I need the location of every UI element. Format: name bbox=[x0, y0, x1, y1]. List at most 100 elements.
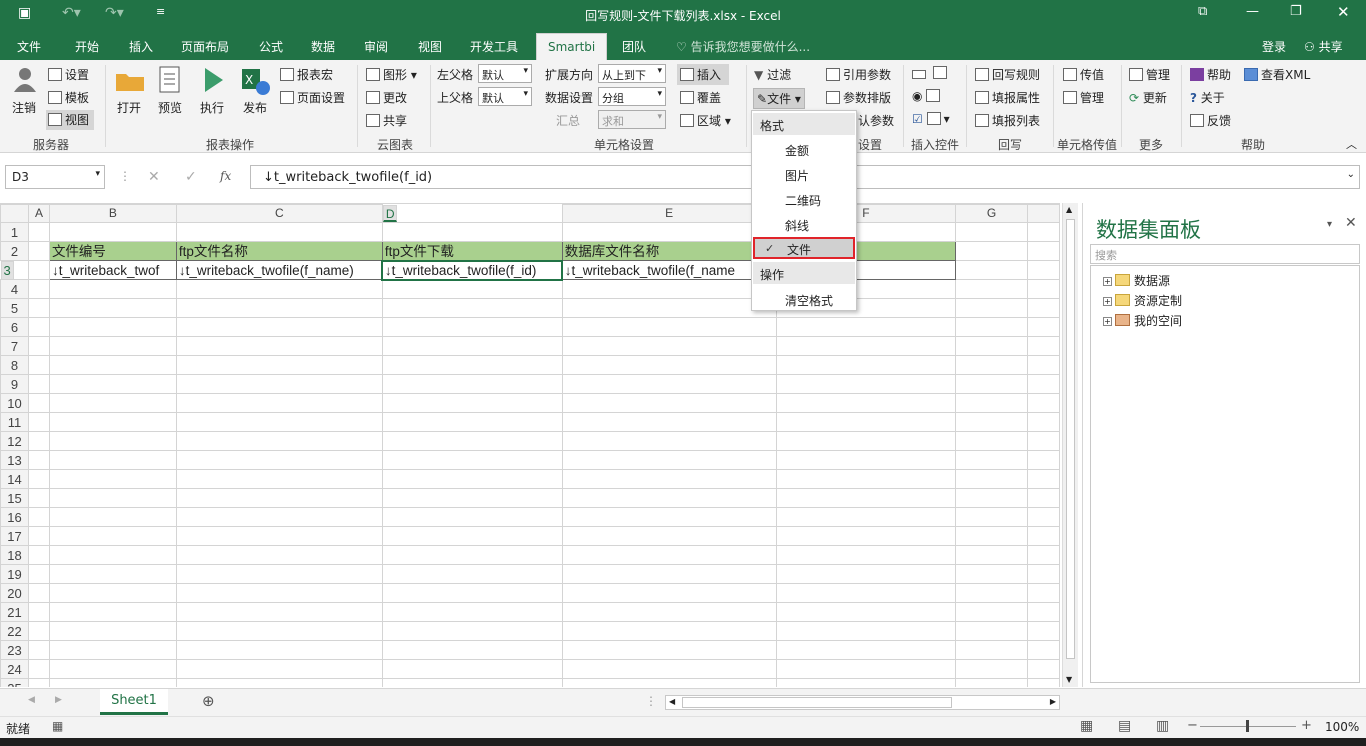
grid-cell[interactable] bbox=[955, 583, 1029, 603]
grid-cell[interactable] bbox=[1027, 583, 1060, 603]
grid-cell[interactable] bbox=[1027, 279, 1060, 299]
grid-cell[interactable] bbox=[1027, 393, 1060, 413]
row-header[interactable]: 6 bbox=[0, 317, 29, 337]
grid-cell[interactable] bbox=[955, 526, 1029, 546]
checkbox-control-button[interactable]: ☑ ▾ bbox=[912, 112, 950, 126]
top-parent-select[interactable]: 默认 ▾ bbox=[478, 87, 532, 106]
grid-cell[interactable] bbox=[955, 298, 1029, 318]
grid-cell[interactable] bbox=[381, 659, 563, 679]
grid-cell[interactable]: 文件编号 bbox=[48, 241, 177, 261]
dropdown-item-clear-format[interactable]: 清空格式 bbox=[753, 288, 855, 310]
grid-cell[interactable] bbox=[175, 469, 383, 489]
grid-cell[interactable] bbox=[381, 488, 563, 508]
grid-cell[interactable] bbox=[27, 260, 50, 280]
shape-button[interactable]: 图形 ▾ bbox=[366, 66, 417, 83]
split-grip-icon[interactable]: ⋮ bbox=[645, 694, 657, 708]
grid-cell[interactable] bbox=[27, 222, 50, 242]
grid-cell[interactable] bbox=[955, 640, 1029, 660]
grid-cell[interactable] bbox=[561, 450, 777, 470]
grid-cell[interactable] bbox=[175, 621, 383, 641]
column-header[interactable]: B bbox=[48, 204, 177, 223]
dropdown-item-diagonal[interactable]: 斜线 bbox=[753, 213, 855, 235]
grid-cell[interactable]: ftp文件名称 bbox=[175, 241, 383, 261]
grid-cell[interactable]: 数据库文件名称 bbox=[561, 241, 777, 261]
radio-control-button[interactable]: ◉ bbox=[912, 89, 943, 103]
pass-manage-button[interactable]: 管理 bbox=[1063, 89, 1104, 106]
grid-cell[interactable] bbox=[381, 469, 563, 489]
row-header[interactable]: 13 bbox=[0, 450, 29, 470]
grid-cell[interactable] bbox=[27, 640, 50, 660]
row-header[interactable]: 14 bbox=[0, 469, 29, 489]
grid-cell[interactable] bbox=[48, 602, 177, 622]
grid-cell[interactable] bbox=[561, 526, 777, 546]
grid-cell[interactable] bbox=[175, 393, 383, 413]
grid-cell[interactable] bbox=[27, 545, 50, 565]
grid-cell[interactable] bbox=[175, 222, 383, 242]
grid-cell[interactable] bbox=[27, 659, 50, 679]
grid-cell[interactable] bbox=[381, 583, 563, 603]
grid-cell[interactable] bbox=[175, 431, 383, 451]
grid-cell[interactable] bbox=[175, 336, 383, 356]
tab-formulas[interactable]: 公式 bbox=[259, 38, 283, 55]
tab-data[interactable]: 数据 bbox=[311, 38, 335, 55]
grid-cell[interactable] bbox=[48, 431, 177, 451]
grid-cell[interactable] bbox=[955, 602, 1029, 622]
grid-cell[interactable] bbox=[561, 431, 777, 451]
vertical-scrollbar[interactable]: ▲ ▼ bbox=[1062, 203, 1078, 687]
grid-cell[interactable] bbox=[1027, 564, 1060, 584]
row-header[interactable]: 8 bbox=[0, 355, 29, 375]
grid-cell[interactable] bbox=[1027, 450, 1060, 470]
grid-cell[interactable] bbox=[1027, 659, 1060, 679]
grid-cell[interactable] bbox=[561, 678, 777, 687]
grid-cell[interactable] bbox=[955, 621, 1029, 641]
grid-cell[interactable] bbox=[27, 393, 50, 413]
dropdown-item-image[interactable]: 图片 bbox=[753, 163, 855, 185]
column-header[interactable]: E bbox=[561, 204, 777, 223]
dropdown-item-file[interactable]: ✓ 文件 bbox=[753, 237, 855, 259]
open-button[interactable]: 打开 bbox=[117, 99, 141, 116]
scroll-down-icon[interactable]: ▼ bbox=[1066, 675, 1072, 684]
grid-cell[interactable] bbox=[1027, 526, 1060, 546]
grid-cell[interactable] bbox=[381, 298, 563, 318]
tab-page-layout[interactable]: 页面布局 bbox=[181, 38, 229, 55]
grid-cell[interactable] bbox=[955, 431, 1029, 451]
grid-cell[interactable] bbox=[175, 545, 383, 565]
grid-cell[interactable] bbox=[1027, 488, 1060, 508]
grid-cell[interactable] bbox=[775, 374, 957, 394]
grid-cell[interactable]: ↓t_writeback_twofile(f_name) bbox=[175, 260, 383, 280]
grid-cell[interactable] bbox=[381, 336, 563, 356]
scroll-up-icon[interactable]: ▲ bbox=[1066, 205, 1072, 214]
grid-cell[interactable] bbox=[1027, 298, 1060, 318]
file-format-button[interactable]: ✎文件 ▾ bbox=[753, 88, 805, 109]
grid-cell[interactable] bbox=[955, 241, 1029, 261]
grid-cell[interactable] bbox=[27, 583, 50, 603]
logout-button[interactable]: 注销 bbox=[12, 99, 36, 116]
tab-smartbi[interactable]: Smartbi bbox=[536, 33, 608, 60]
grid-cell[interactable] bbox=[775, 336, 957, 356]
expand-direction-select[interactable]: 从上到下 ▾ bbox=[598, 64, 666, 83]
grid-cell[interactable] bbox=[27, 564, 50, 584]
grid-cell[interactable] bbox=[775, 431, 957, 451]
sheet-tab[interactable]: Sheet1 bbox=[100, 689, 168, 715]
grid-cell[interactable] bbox=[175, 507, 383, 527]
grid-cell[interactable] bbox=[381, 507, 563, 527]
grid-cell[interactable] bbox=[561, 602, 777, 622]
grid-cell[interactable] bbox=[48, 583, 177, 603]
row-header[interactable]: 18 bbox=[0, 545, 29, 565]
grid-cell[interactable] bbox=[1027, 640, 1060, 660]
grid-cell[interactable] bbox=[561, 640, 777, 660]
grid-cell[interactable] bbox=[775, 469, 957, 489]
grid-cell[interactable] bbox=[955, 355, 1029, 375]
grid-cell[interactable] bbox=[775, 488, 957, 508]
grid-cell[interactable] bbox=[381, 602, 563, 622]
row-header[interactable]: 20 bbox=[0, 583, 29, 603]
grid-cell[interactable] bbox=[48, 545, 177, 565]
change-button[interactable]: 更改 bbox=[366, 89, 407, 106]
view-xml-button[interactable]: 查看XML bbox=[1244, 66, 1310, 83]
scroll-right-icon[interactable]: ▶ bbox=[1050, 697, 1056, 706]
grid-cell[interactable] bbox=[27, 412, 50, 432]
grid-cell[interactable] bbox=[561, 659, 777, 679]
tab-insert[interactable]: 插入 bbox=[129, 38, 153, 55]
ref-params-button[interactable]: 引用参数 bbox=[826, 66, 891, 83]
grid-cell[interactable] bbox=[1027, 602, 1060, 622]
